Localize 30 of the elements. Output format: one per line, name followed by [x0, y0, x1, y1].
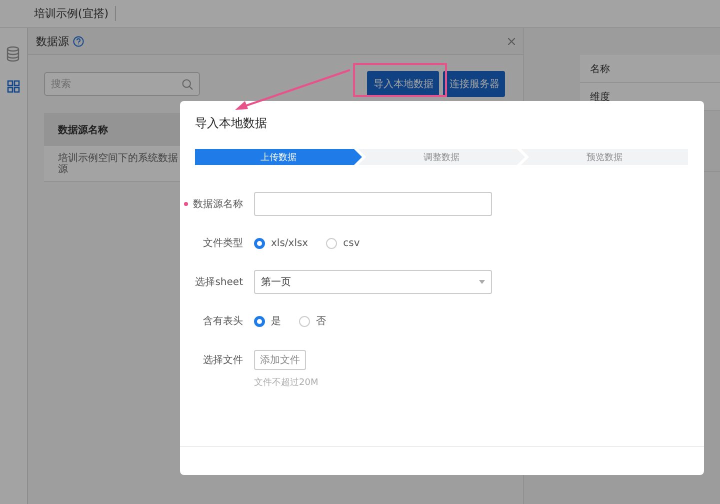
action-button[interactable]: 导入本地数据 [367, 71, 440, 97]
dialog-title: 导入本地数据 [194, 115, 268, 132]
action-button[interactable]: 连接服务器 [443, 71, 506, 97]
panel-title: 数据源 [36, 34, 69, 48]
add-file-button[interactable]: 添加文件 [254, 350, 306, 370]
app-title: 培训示例(宜搭) [34, 6, 116, 21]
field-label: 选择sheet [195, 276, 243, 289]
radio-button[interactable] [254, 316, 265, 326]
radio-label: csv [343, 238, 360, 248]
name-input[interactable] [254, 192, 492, 216]
radio-label: 是 [271, 315, 281, 328]
sheet-select[interactable]: 第一页 [254, 270, 492, 294]
table-cell-text: 培训示例空间下的系统数据源 [58, 152, 179, 174]
radio-label: 否 [316, 315, 326, 328]
radio-button[interactable] [326, 238, 338, 248]
field-label: 数据源名称 [193, 198, 243, 211]
database-icon[interactable] [6, 46, 20, 62]
field-label: 选择文件 [203, 354, 243, 367]
search-icon[interactable] [182, 78, 193, 90]
caret-icon [479, 280, 485, 284]
help-icon[interactable] [72, 36, 84, 46]
hint-text: 文件不超过20M [254, 376, 318, 389]
radio-button[interactable] [299, 316, 310, 326]
field-label: 文件类型 [203, 236, 243, 250]
close-icon[interactable] [508, 38, 516, 44]
field-label: 含有表头 [203, 314, 243, 328]
property-row: 名称 [580, 55, 720, 83]
radio-label: xls/xlsx [271, 238, 308, 248]
grid-icon[interactable] [6, 80, 20, 93]
radio-button[interactable] [254, 238, 265, 248]
